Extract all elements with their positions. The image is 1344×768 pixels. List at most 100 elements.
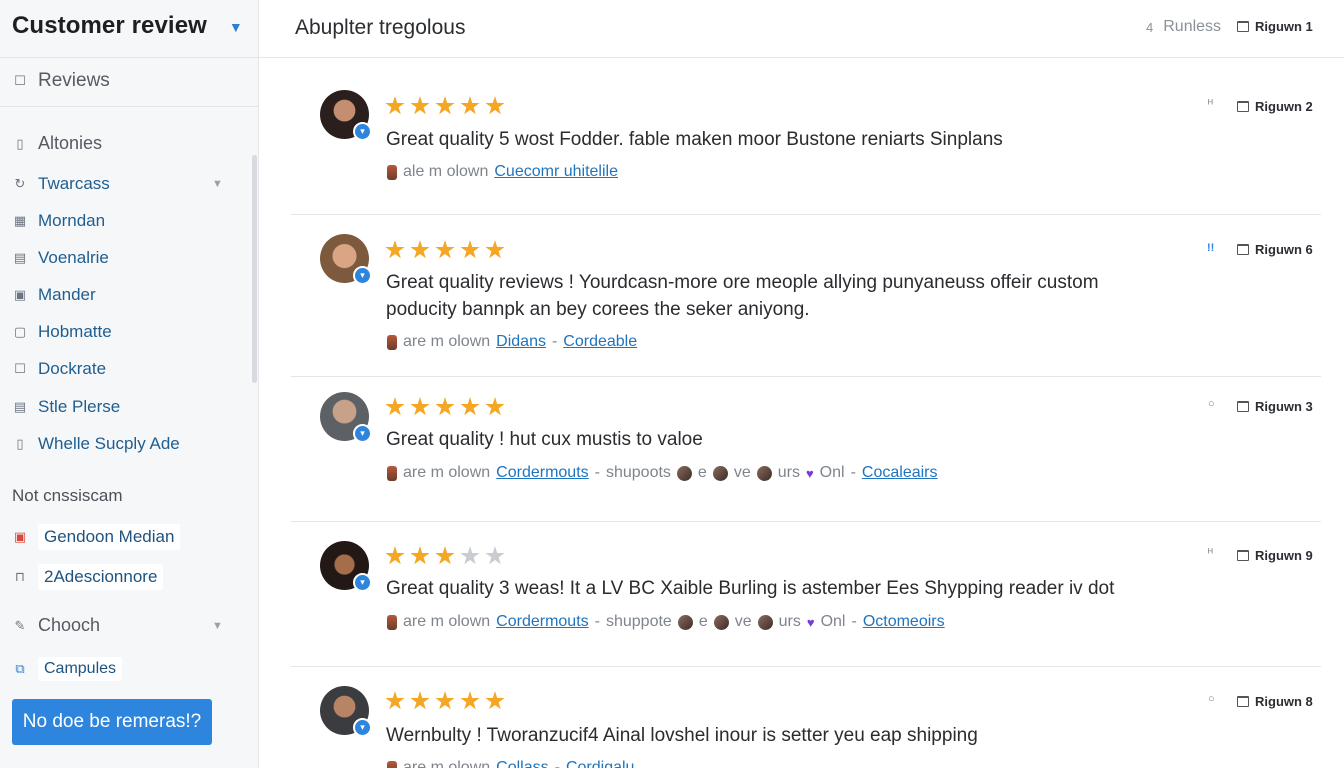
user-avatar-icon bbox=[756, 465, 772, 481]
review-tag[interactable]: Riguwn 9 bbox=[1237, 548, 1313, 563]
meta-extra: ve bbox=[733, 464, 751, 481]
external-icon: ⧉ bbox=[15, 661, 25, 676]
heart-icon: ♥ bbox=[806, 614, 815, 630]
sidebar-item-mander[interactable]: ▣ Mander bbox=[12, 285, 96, 305]
star-icon bbox=[385, 96, 405, 115]
review-link[interactable]: Didans bbox=[496, 333, 546, 351]
tag-label: Riguwn 6 bbox=[1255, 242, 1313, 257]
star-icon bbox=[460, 96, 480, 115]
sidebar-item-label: Voenalrie bbox=[38, 248, 109, 267]
sidebar-item-reviews[interactable]: ☐ Reviews bbox=[12, 70, 110, 92]
more-icon[interactable]: ᴴ bbox=[1208, 98, 1213, 110]
review-tag[interactable]: Riguwn 2 bbox=[1237, 99, 1313, 114]
sidebar-item-hobmatte[interactable]: ▢ Hobmatte bbox=[12, 322, 112, 342]
review-link[interactable]: Collass bbox=[496, 759, 548, 768]
sidebar-item-label: Mander bbox=[38, 285, 96, 304]
divider bbox=[259, 57, 1344, 58]
star-icon bbox=[410, 546, 430, 565]
verified-icon: ▾ bbox=[353, 718, 372, 737]
file-icon: ▯ bbox=[16, 436, 24, 451]
refresh-icon: ↻ bbox=[14, 176, 26, 191]
meta-extra: ve bbox=[734, 613, 752, 630]
sidebar-item-dockrate[interactable]: ☐ Dockrate bbox=[12, 359, 106, 379]
star-icon bbox=[385, 240, 405, 259]
sidebar-item-adescionnore[interactable]: ⊓ 2Adescionnore bbox=[12, 564, 164, 590]
review-link[interactable]: Cordigalu bbox=[566, 759, 634, 768]
trash-icon: ▯ bbox=[16, 135, 24, 151]
review-link[interactable]: Cuecomr uhitelile bbox=[494, 163, 618, 181]
user-icon bbox=[387, 614, 397, 630]
sidebar-scrollbar[interactable] bbox=[252, 155, 257, 383]
star-icon bbox=[485, 96, 505, 115]
sidebar-item-label: Altonies bbox=[38, 133, 103, 153]
sidebar-item-twarcass[interactable]: ↻ Twarcass ▼ bbox=[12, 174, 223, 194]
sidebar-item-label: Dockrate bbox=[38, 359, 107, 378]
review-link[interactable]: Cordeable bbox=[563, 333, 637, 351]
app-brand[interactable]: Customer review ▼ bbox=[12, 12, 243, 40]
runless-count: 4 bbox=[1146, 19, 1154, 35]
more-icon[interactable]: !! bbox=[1207, 242, 1214, 254]
meta-text: are m olown bbox=[403, 613, 491, 630]
tag-label: Riguwn 8 bbox=[1255, 694, 1313, 709]
review-link[interactable]: Cocaleairs bbox=[862, 464, 938, 482]
star-icon bbox=[460, 240, 480, 259]
chevron-down-icon[interactable]: ▼ bbox=[229, 19, 243, 35]
review-meta: are m olown Collass - Cordigalu bbox=[387, 759, 634, 768]
more-icon[interactable]: ᴴ bbox=[1208, 547, 1213, 559]
sidebar-item-voenalrie[interactable]: ▤ Voenalrie bbox=[12, 248, 109, 268]
review-tag[interactable]: Riguwn 8 bbox=[1237, 694, 1313, 709]
review-text: Great quality ! hut cux mustis to valoe bbox=[386, 429, 703, 450]
sidebar-item-stle-plerse[interactable]: ▤ Stle Plerse bbox=[12, 397, 120, 417]
review-link[interactable]: Cordermouts bbox=[496, 464, 588, 482]
review-item: ▾ Great quality reviews ! Yourdcasn-more… bbox=[291, 234, 1321, 364]
review-meta: are m olown Cordermouts - shuppote e ve … bbox=[387, 613, 945, 631]
meta-text: are m olown bbox=[403, 464, 491, 481]
review-tag[interactable]: Riguwn 6 bbox=[1237, 242, 1313, 257]
folder-icon bbox=[1237, 101, 1249, 112]
review-item: ▾ Great quality 3 weas! It a LV BC Xaibl… bbox=[291, 541, 1321, 651]
verified-icon: ▾ bbox=[353, 122, 372, 141]
more-icon[interactable]: ○ bbox=[1208, 398, 1215, 410]
sidebar-item-label: Stle Plerse bbox=[38, 397, 121, 416]
sidebar-item-campules[interactable]: ⧉ Campules bbox=[12, 657, 123, 681]
star-icon bbox=[485, 397, 505, 416]
sidebar-item-altonies[interactable]: ▯ Altonies bbox=[12, 133, 102, 154]
folder-icon bbox=[1237, 696, 1249, 707]
meta-text: are m olown bbox=[403, 759, 491, 768]
review-tag[interactable]: Riguwn 3 bbox=[1237, 399, 1313, 414]
sidebar-item-chooch[interactable]: ✎ Chooch ▼ bbox=[12, 615, 223, 636]
meta-extra: shupoots bbox=[605, 464, 671, 481]
sidebar-item-morndan[interactable]: ▦ Morndan bbox=[12, 211, 105, 231]
meta-text: ale m olown bbox=[403, 163, 489, 180]
sidebar: Customer review ▼ ☐ Reviews ▯ Altonies ↻… bbox=[0, 0, 259, 768]
primary-action-button[interactable]: No doe be remeras!? bbox=[12, 699, 212, 745]
divider bbox=[0, 106, 259, 107]
divider bbox=[291, 214, 1321, 215]
star-rating bbox=[385, 691, 505, 711]
meta-extra: urs bbox=[778, 613, 801, 630]
star-rating bbox=[385, 96, 505, 116]
review-link[interactable]: Cordermouts bbox=[496, 613, 588, 631]
image-icon: ▣ bbox=[13, 529, 27, 544]
star-rating bbox=[385, 397, 505, 417]
chevron-down-icon[interactable]: ▼ bbox=[212, 178, 223, 190]
sidebar-item-whelle[interactable]: ▯ Whelle Sucply Ade bbox=[12, 434, 180, 454]
user-icon bbox=[387, 760, 397, 768]
doc-icon: ▤ bbox=[13, 250, 27, 265]
runless-filter[interactable]: 4 Runless bbox=[1146, 18, 1221, 36]
folder-icon bbox=[1237, 21, 1249, 32]
review-link[interactable]: Octomeoirs bbox=[863, 613, 945, 631]
header-tag[interactable]: Riguwn 1 bbox=[1237, 19, 1313, 34]
sidebar-item-gendoon[interactable]: ▣ Gendoon Median bbox=[12, 524, 181, 550]
more-icon[interactable]: ○ bbox=[1208, 693, 1215, 705]
lock-icon: ⊓ bbox=[14, 569, 26, 584]
sidebar-item-label: Gendoon Median bbox=[38, 524, 181, 550]
meta-extra: e bbox=[698, 613, 708, 630]
chevron-down-icon[interactable]: ▼ bbox=[212, 620, 223, 632]
sidebar-item-label: Whelle Sucply Ade bbox=[38, 434, 180, 453]
star-icon bbox=[435, 397, 455, 416]
divider bbox=[291, 376, 1321, 377]
verified-icon: ▾ bbox=[353, 424, 372, 443]
star-icon bbox=[435, 96, 455, 115]
star-icon bbox=[385, 691, 405, 710]
